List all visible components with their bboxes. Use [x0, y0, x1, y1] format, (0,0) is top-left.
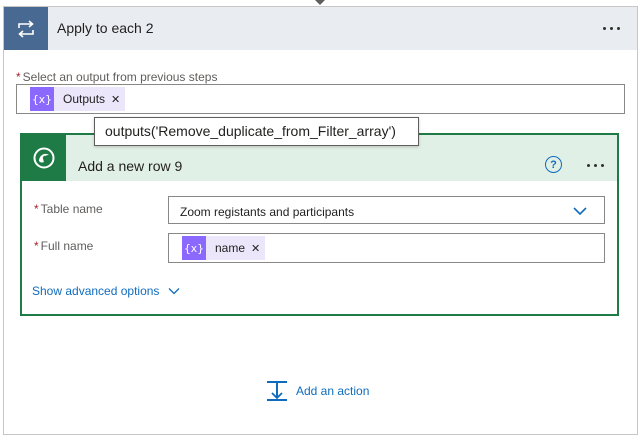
remove-token-icon[interactable]: ✕ — [109, 93, 125, 106]
table-name-select[interactable]: Zoom registants and participants — [168, 196, 605, 224]
more-icon[interactable] — [603, 27, 620, 30]
remove-token-icon[interactable]: ✕ — [249, 242, 265, 255]
more-icon[interactable] — [587, 164, 604, 167]
chevron-down-icon — [573, 207, 587, 216]
expression-icon: {x} — [182, 236, 206, 260]
dataverse-icon — [22, 135, 66, 181]
add-an-action-button[interactable]: Add an action — [266, 380, 369, 402]
table-name-value: Zoom registants and participants — [180, 205, 355, 219]
help-icon[interactable]: ? — [545, 156, 562, 173]
full-name-label: * Full name — [34, 239, 94, 253]
loop-icon — [4, 7, 48, 50]
outputs-token[interactable]: {x} Outputs ✕ — [30, 87, 126, 111]
connector-arrow — [315, 0, 325, 5]
name-token[interactable]: {x} name ✕ — [182, 236, 266, 260]
table-name-label: * Table name — [34, 202, 103, 216]
name-token-label: name — [215, 241, 246, 255]
add-a-new-row-title: Add a new row 9 — [78, 158, 183, 174]
expression-tooltip: outputs('Remove_duplicate_from_Filter_ar… — [94, 117, 419, 146]
show-advanced-options-link[interactable]: Show advanced options — [32, 284, 180, 298]
full-name-input[interactable]: {x} name ✕ — [168, 233, 605, 263]
apply-to-each-container: Apply to each 2 * Select an output from p… — [3, 6, 638, 435]
outputs-token-label: Outputs — [63, 92, 106, 106]
add-action-icon — [267, 381, 287, 401]
chevron-down-icon — [168, 288, 180, 295]
show-advanced-options-label: Show advanced options — [32, 284, 160, 298]
select-output-input[interactable]: {x} Outputs ✕ — [16, 84, 625, 114]
apply-to-each-title: Apply to each 2 — [57, 20, 154, 36]
add-a-new-row-card: Add a new row 9 ? * Table name Zoom regis… — [20, 133, 619, 316]
select-output-label: * Select an output from previous steps — [16, 70, 218, 84]
expression-icon: {x} — [30, 87, 54, 111]
add-an-action-label: Add an action — [296, 384, 370, 398]
apply-to-each-header[interactable]: Apply to each 2 — [4, 7, 637, 50]
